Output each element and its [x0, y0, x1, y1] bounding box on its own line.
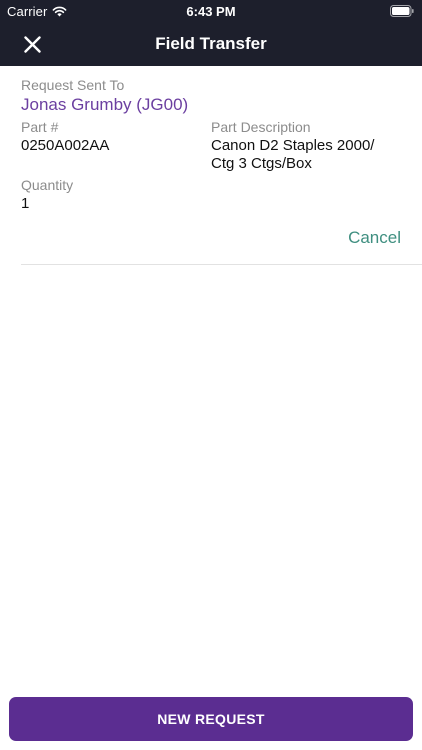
cancel-button[interactable]: Cancel: [348, 228, 401, 248]
battery-icon: [390, 5, 414, 17]
nav-bar: Field Transfer: [0, 22, 422, 66]
field-transfer-screen: Carrier 6:43 PM Field Transfer Request S…: [0, 0, 422, 750]
app-header: Carrier 6:43 PM Field Transfer: [0, 0, 422, 66]
part-number-value: 0250A002AA: [21, 137, 110, 154]
part-description-value: Canon D2 Staples 2000/ Ctg 3 Ctgs/Box: [211, 137, 375, 172]
request-sent-to-label: Request Sent To: [21, 77, 125, 93]
quantity-value: 1: [21, 195, 30, 212]
request-sent-to-value: Jonas Grumby (JG00): [21, 95, 189, 114]
divider: [21, 264, 422, 265]
quantity-label: Quantity: [21, 177, 74, 193]
part-number-label: Part #: [21, 119, 59, 135]
part-description-label: Part Description: [211, 119, 311, 135]
status-time: 6:43 PM: [186, 4, 236, 19]
page-title: Field Transfer: [155, 34, 267, 53]
new-request-button[interactable]: NEW REQUEST: [9, 697, 413, 741]
status-bar: Carrier 6:43 PM: [0, 0, 422, 22]
